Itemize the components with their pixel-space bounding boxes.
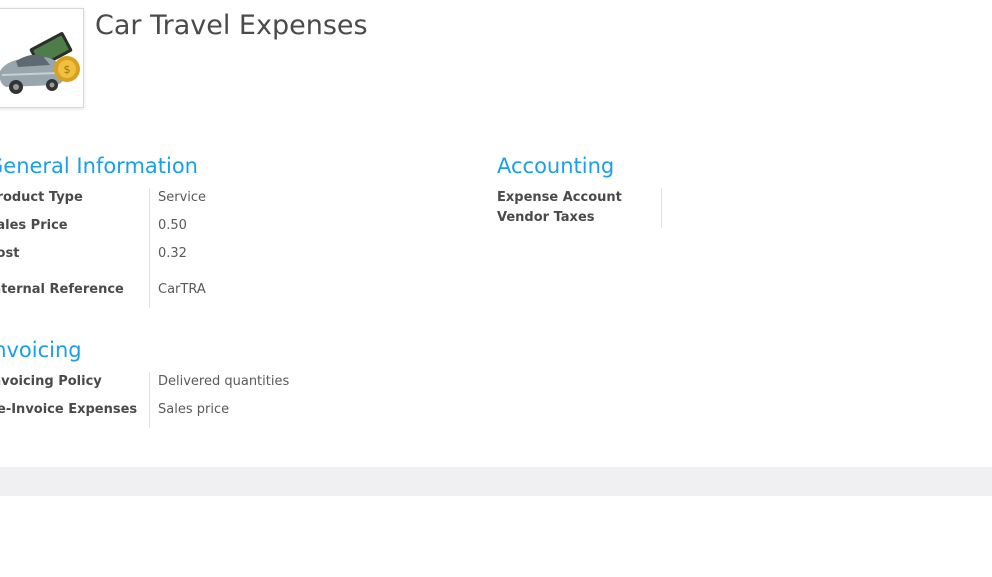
re-invoice-expenses-label: Re-Invoice Expenses [0, 402, 138, 417]
chatter-area-band [0, 467, 992, 496]
accounting-heading: Accounting [497, 154, 615, 178]
general-information-heading: General Information [0, 154, 198, 178]
product-image[interactable]: $ [0, 8, 84, 108]
cost-label: Cost [0, 246, 20, 261]
general-information-divider [149, 188, 150, 308]
page-title: Car Travel Expenses [95, 10, 368, 41]
sales-price-label: Sales Price [0, 218, 68, 233]
sales-price-value[interactable]: 0.50 [158, 218, 187, 233]
car-with-money-icon: $ [0, 32, 80, 94]
product-type-label: Product Type [0, 190, 83, 205]
accounting-divider [661, 188, 662, 228]
cost-value[interactable]: 0.32 [158, 246, 187, 261]
internal-reference-value[interactable]: CarTRA [158, 282, 206, 297]
svg-text:$: $ [64, 63, 71, 76]
invoicing-policy-value[interactable]: Delivered quantities [158, 374, 289, 389]
invoicing-heading: Invoicing [0, 338, 82, 362]
internal-reference-label: Internal Reference [0, 282, 124, 297]
invoicing-divider [149, 372, 150, 428]
product-type-value[interactable]: Service [158, 190, 206, 205]
form-sheet: $ Car Travel Expenses General Informatio… [0, 0, 992, 467]
re-invoice-expenses-value[interactable]: Sales price [158, 402, 229, 417]
vendor-taxes-label: Vendor Taxes [497, 210, 595, 225]
invoicing-policy-label: Invoicing Policy [0, 374, 102, 389]
expense-account-label: Expense Account [497, 190, 622, 205]
